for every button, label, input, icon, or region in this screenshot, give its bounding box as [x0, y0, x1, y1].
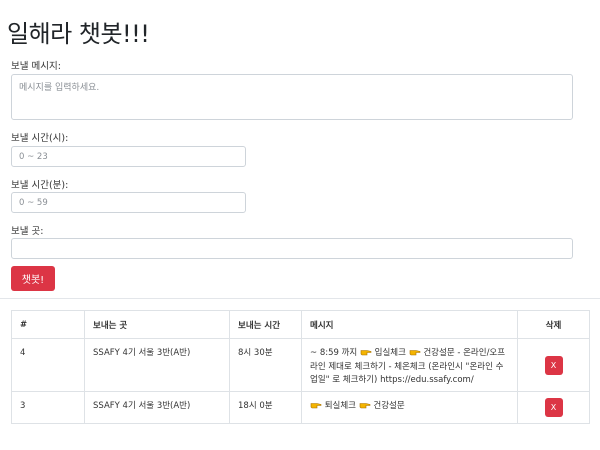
- header-delete: 삭제: [517, 310, 590, 339]
- hour-input[interactable]: [11, 146, 246, 167]
- message-part: 퇴실체크: [322, 401, 359, 411]
- message-part: 입실체크: [371, 348, 409, 358]
- header-target: 보내는 곳: [84, 310, 230, 339]
- minute-input[interactable]: [11, 192, 246, 213]
- pointing-hand-icon: [359, 403, 370, 409]
- row-delete-cell: X: [517, 391, 590, 424]
- header-time: 보내는 시간: [229, 310, 302, 339]
- row-target: SSAFY 4기 서울 3반(A반): [84, 338, 230, 392]
- pointing-hand-icon: [310, 403, 322, 409]
- message-textarea[interactable]: [11, 74, 573, 120]
- message-table: # 보내는 곳 보내는 시간 메시지 삭제 4 SSAFY 4기 서울 3반(A…: [11, 310, 590, 424]
- table-row: 3 SSAFY 4기 서울 3반(A반) 18시 0분 퇴실체크 건강설문 X: [11, 391, 590, 424]
- table-header-row: # 보내는 곳 보내는 시간 메시지 삭제: [11, 310, 590, 339]
- row-id: 3: [11, 391, 85, 424]
- page-title: 일해라 챗봇!!!: [7, 20, 150, 48]
- header-number: #: [11, 310, 85, 339]
- app-root: 일해라 챗봇!!! 보낼 메시지: 보낼 시간(시): 보낼 시간(분): 보낼…: [0, 0, 600, 450]
- delete-button[interactable]: X: [544, 398, 563, 417]
- delete-button[interactable]: X: [544, 355, 563, 375]
- pointing-hand-icon: [360, 350, 372, 356]
- hour-label: 보낼 시간(시):: [11, 133, 69, 144]
- minute-label: 보낼 시간(분):: [11, 180, 69, 191]
- message-part: 건강설문: [370, 401, 405, 411]
- target-label: 보낼 곳:: [11, 226, 44, 237]
- row-id: 4: [11, 338, 85, 392]
- chatbot-submit-button[interactable]: 챗봇!: [11, 266, 55, 291]
- row-time: 8시 30분: [229, 338, 302, 392]
- row-target: SSAFY 4기 서울 3반(A반): [84, 391, 230, 424]
- row-message: ~ 8:59 까지 입실체크 건강설문 - 온라인/오프라인 제대로 체크하기 …: [301, 338, 518, 392]
- row-delete-cell: X: [517, 338, 590, 392]
- pointing-hand-icon: [409, 350, 420, 356]
- row-message: 퇴실체크 건강설문: [301, 391, 518, 424]
- row-time: 18시 0분: [229, 391, 302, 424]
- target-input[interactable]: [11, 238, 573, 259]
- message-part: ~ 8:59 까지: [310, 348, 360, 358]
- divider: [0, 298, 600, 299]
- header-message: 메시지: [301, 310, 518, 339]
- table-row: 4 SSAFY 4기 서울 3반(A반) 8시 30분 ~ 8:59 까지 입실…: [11, 338, 590, 392]
- message-label: 보낼 메시지:: [11, 61, 61, 72]
